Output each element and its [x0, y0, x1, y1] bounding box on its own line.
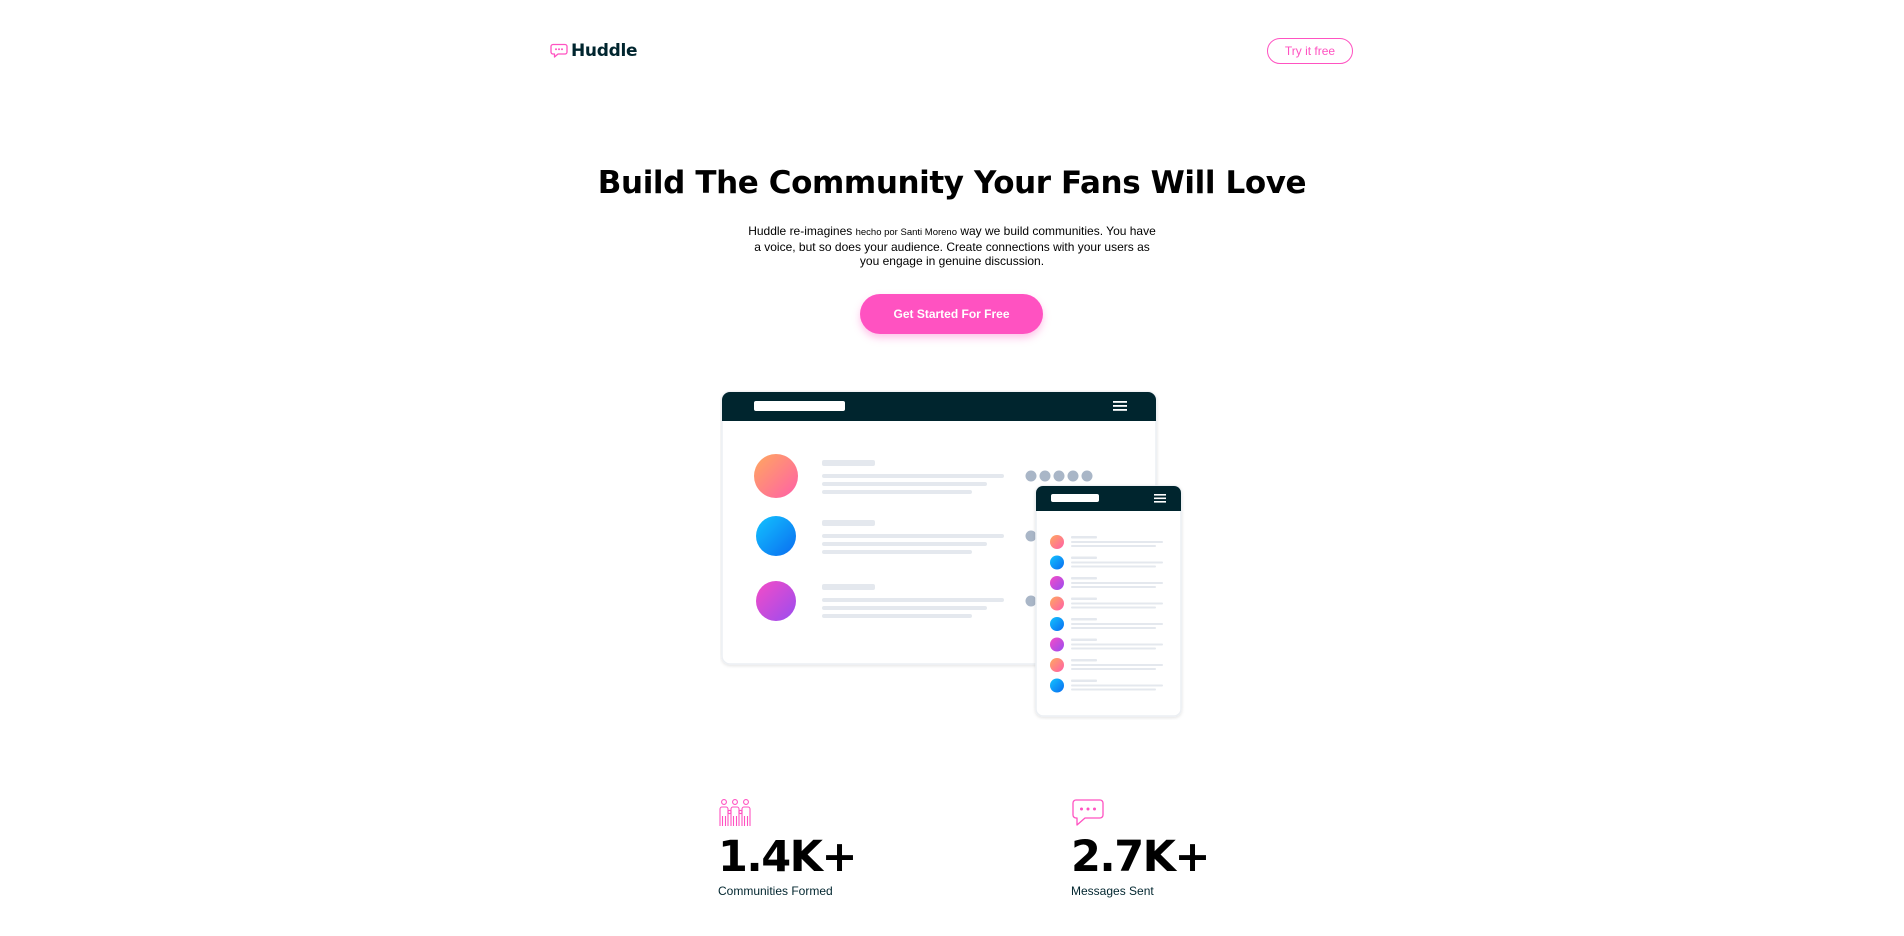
- hero-title: Build The Community Your Fans Will Love: [597, 165, 1307, 201]
- logo[interactable]: Huddle: [550, 40, 638, 62]
- stat-value: 1.4K+: [718, 832, 858, 882]
- mobile-menu-icon: [1154, 494, 1166, 496]
- stat-label: Messages Sent: [1071, 884, 1154, 898]
- stat-value: 2.7K+: [1071, 832, 1211, 882]
- stat-communities: 1.4K+ Communities Formed: [718, 798, 918, 898]
- communities-icon: [719, 799, 751, 826]
- hero-description: Huddle re-imagines hecho por Santi Moren…: [745, 224, 1159, 268]
- messages-icon: [1072, 799, 1104, 826]
- logo-text: Huddle: [571, 41, 638, 61]
- stat-messages: 2.7K+ Messages Sent: [1071, 798, 1271, 898]
- desktop-menu-icon: [1113, 401, 1127, 403]
- hero-desc-credit: hecho por Santi Moreno: [855, 227, 957, 238]
- hero-illustration: [721, 391, 1182, 717]
- chat-bubble-logo-icon: [550, 43, 568, 58]
- get-started-button[interactable]: Get Started For Free: [860, 294, 1043, 334]
- stat-label: Communities Formed: [718, 884, 833, 898]
- try-it-free-button[interactable]: Try it free: [1267, 38, 1353, 64]
- site-header: Huddle Try it free: [550, 36, 1353, 64]
- mobile-mockup: [1035, 485, 1182, 717]
- hero-desc-part1: Huddle re-imagines: [748, 224, 856, 238]
